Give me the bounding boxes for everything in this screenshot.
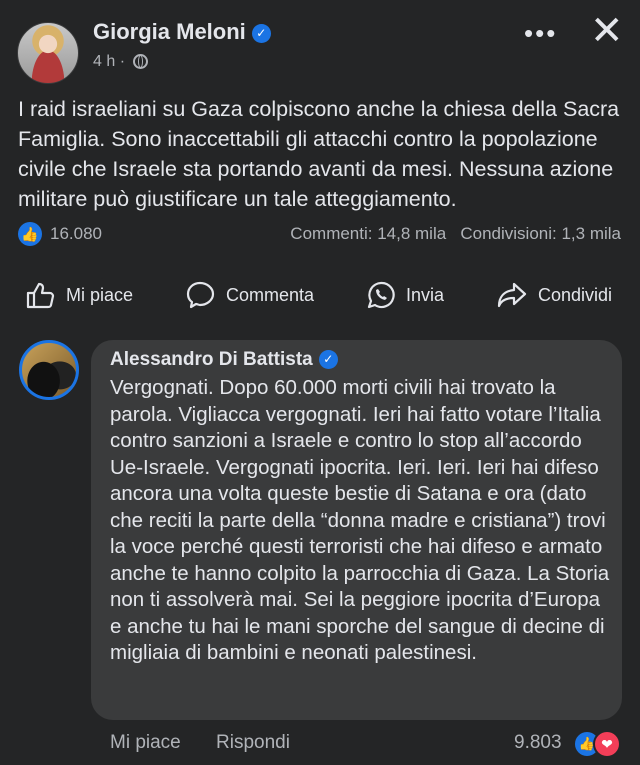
more-icon[interactable]: ••• bbox=[524, 18, 557, 49]
share-button[interactable]: Condividi bbox=[496, 280, 612, 310]
comment-reply-button[interactable]: Rispondi bbox=[216, 732, 290, 754]
comments-count[interactable]: Commenti: 14,8 mila bbox=[290, 224, 446, 243]
verified-badge-icon: ✓ bbox=[318, 350, 338, 369]
like-button[interactable]: Mi piace bbox=[25, 280, 133, 310]
like-count[interactable]: 16.080 bbox=[50, 224, 102, 244]
comment-icon bbox=[186, 281, 215, 309]
comment-reaction-count[interactable]: 9.803 bbox=[514, 732, 562, 754]
post-time[interactable]: 4 h · bbox=[93, 53, 125, 70]
love-reaction-icon: ❤ bbox=[593, 730, 621, 758]
post-author-name[interactable]: Giorgia Meloni bbox=[93, 19, 246, 44]
post-meta: 4 h · bbox=[93, 53, 149, 71]
comment-button[interactable]: Commenta bbox=[185, 280, 314, 310]
like-reaction-icon: 👍 bbox=[18, 222, 42, 246]
verified-badge-icon: ✓ bbox=[251, 24, 271, 43]
comment-label: Commenta bbox=[226, 284, 315, 305]
comment-like-button[interactable]: Mi piace bbox=[110, 732, 181, 754]
send-label: Invia bbox=[406, 284, 445, 305]
commenter-avatar[interactable] bbox=[19, 340, 79, 400]
close-icon[interactable]: ✕ bbox=[590, 8, 624, 54]
like-label: Mi piace bbox=[66, 284, 134, 305]
comment-author[interactable]: Alessandro Di Battista ✓ bbox=[110, 349, 338, 371]
post-stats: Commenti: 14,8 mila Condivisioni: 1,3 mi… bbox=[290, 224, 621, 244]
send-button[interactable]: Invia bbox=[366, 280, 444, 310]
globe-icon bbox=[133, 54, 149, 69]
shares-count[interactable]: Condivisioni: 1,3 mila bbox=[460, 224, 621, 243]
comment-text: Vergognati. Dopo 60.000 morti civili hai… bbox=[110, 376, 610, 664]
post-text: I raid israeliani su Gaza colpiscono anc… bbox=[18, 97, 620, 211]
comment-author-name[interactable]: Alessandro Di Battista bbox=[110, 349, 313, 370]
whatsapp-icon bbox=[367, 281, 395, 309]
post-author[interactable]: Giorgia Meloni ✓ bbox=[93, 19, 271, 45]
share-icon bbox=[497, 282, 527, 308]
author-avatar[interactable] bbox=[17, 22, 79, 84]
thumbs-up-icon bbox=[26, 282, 55, 309]
share-label: Condividi bbox=[538, 284, 613, 305]
